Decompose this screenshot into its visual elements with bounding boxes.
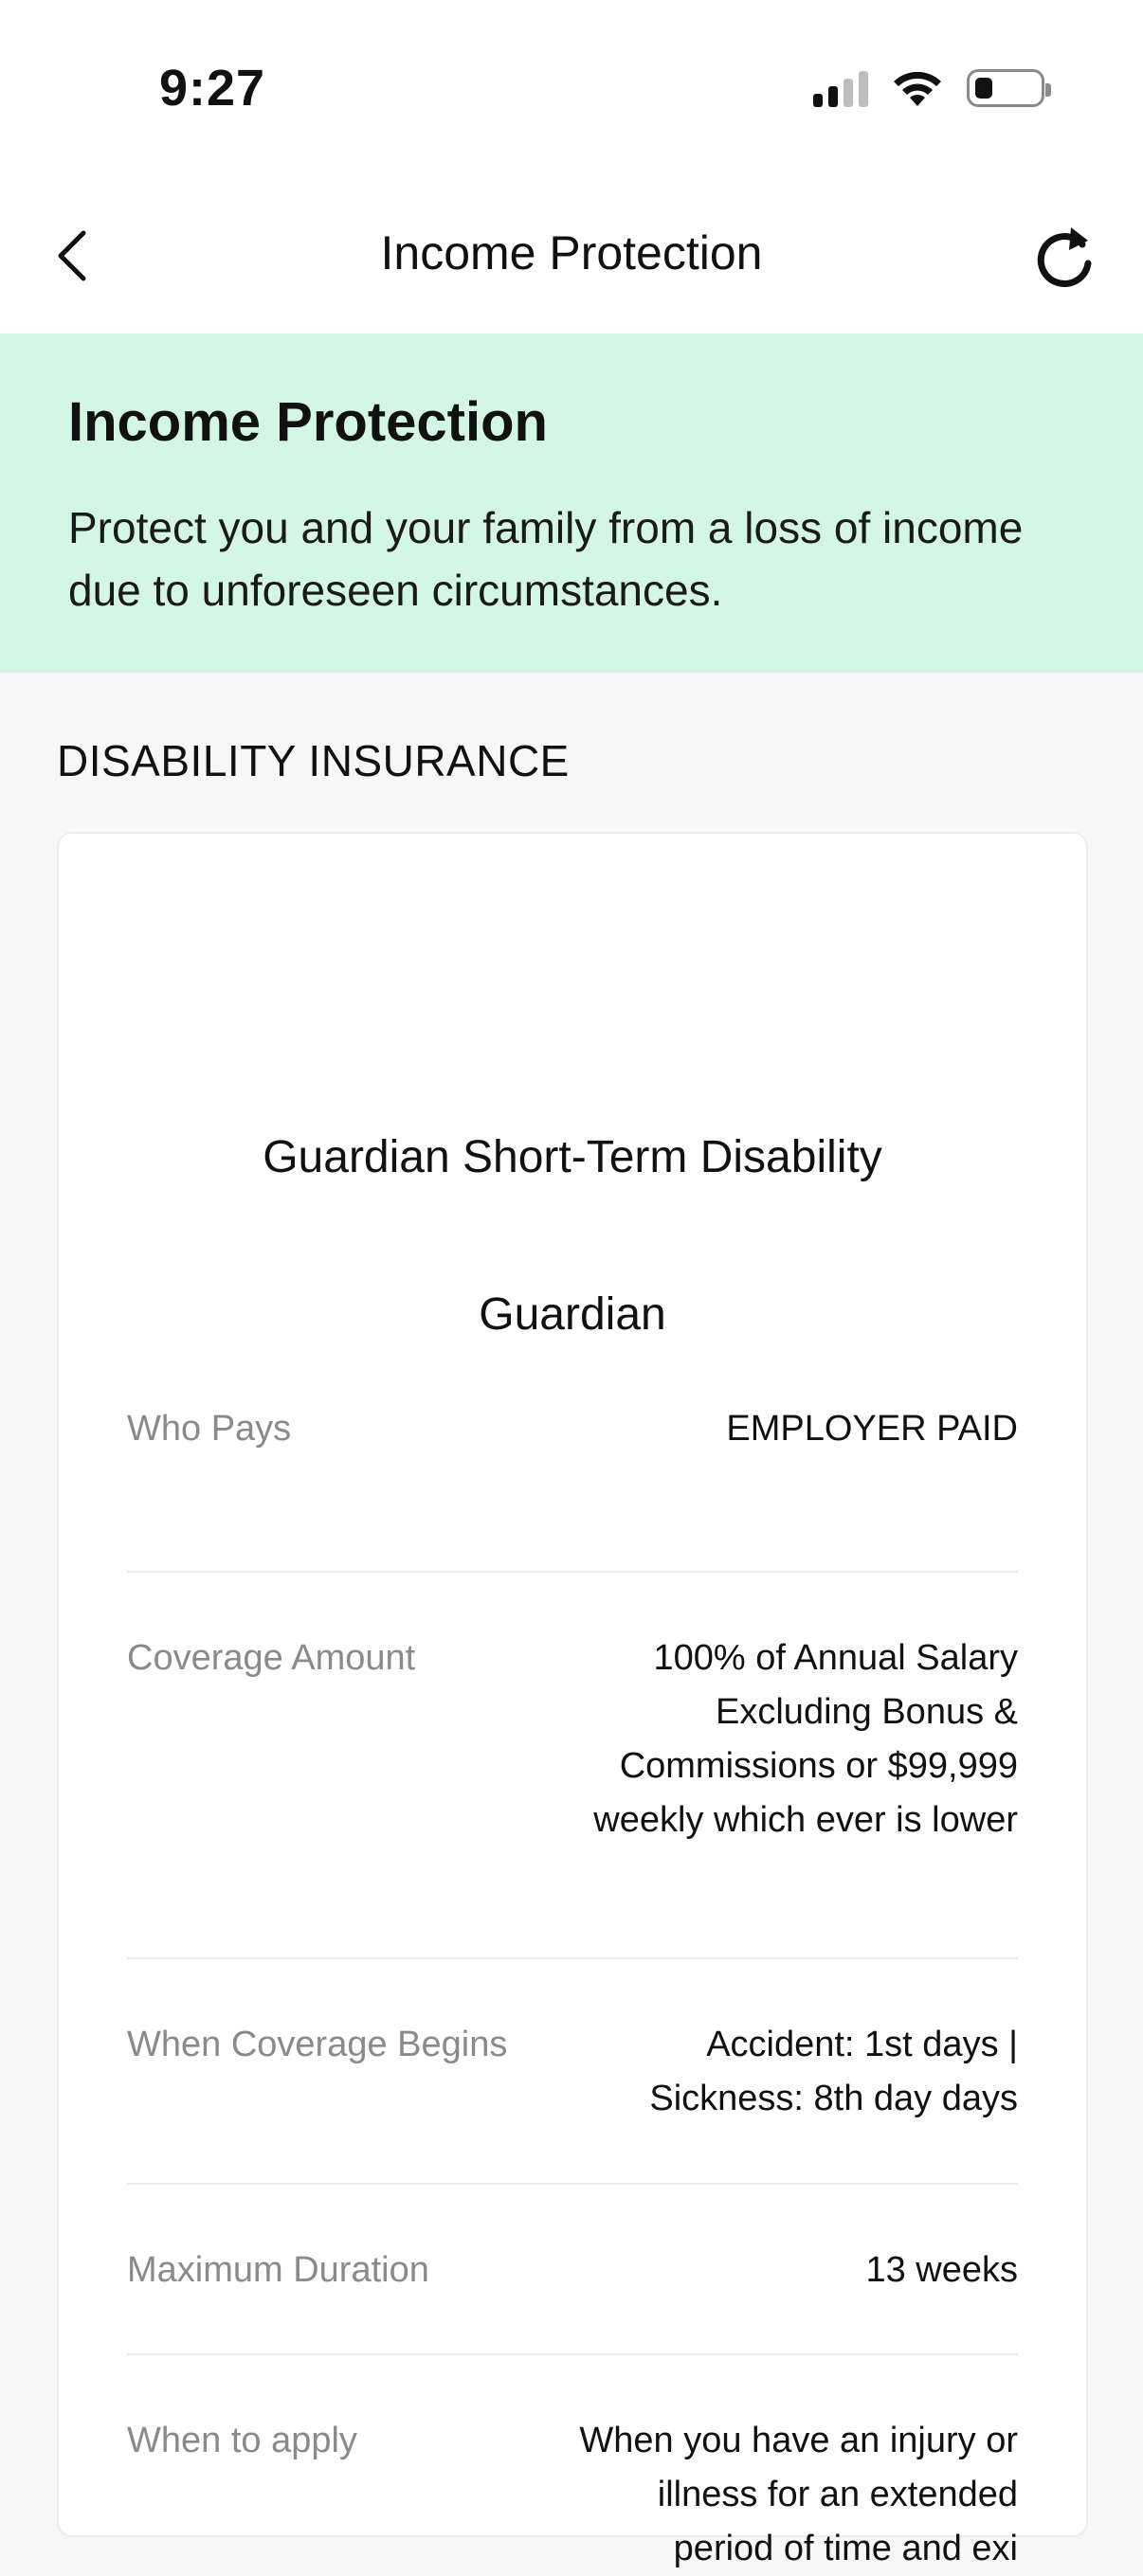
plan-details: Who Pays EMPLOYER PAID Coverage Amount 1… [127, 1402, 1018, 2576]
plan-name: Guardian Short-Term Disability [263, 1132, 882, 1182]
hero-description: Protect you and your family from a loss … [68, 503, 1024, 615]
nav-title: Income Protection [380, 226, 763, 279]
status-bar: 9:27 [0, 0, 1143, 180]
detail-label: Who Pays [127, 1409, 292, 1449]
battery-icon [967, 69, 1051, 107]
hero-title: Income Protection [68, 391, 548, 453]
status-icons [813, 68, 1051, 108]
detail-value: EMPLOYER PAID [726, 1409, 1018, 1449]
cellular-signal-icon [813, 69, 868, 107]
refresh-icon[interactable] [1025, 220, 1101, 296]
detail-row-coverage-begins: When Coverage Begins Accident: 1st days … [127, 1959, 1018, 2185]
plan-card[interactable]: Guardian Short-Term Disability Guardian … [57, 832, 1088, 2568]
detail-value: Accident: 1st days | Sickness: 8th day d… [649, 2025, 1018, 2118]
detail-row-when-to-apply: When to apply When you have an injury or… [127, 2355, 1018, 2576]
carrier-name: Guardian [479, 1289, 666, 1340]
status-time: 9:27 [159, 60, 266, 117]
detail-label: Maximum Duration [127, 2250, 429, 2290]
detail-row-maximum-duration: Maximum Duration 13 weeks [127, 2185, 1018, 2355]
detail-value: 100% of Annual Salary Excluding Bonus & … [593, 1638, 1018, 1840]
detail-value: 13 weeks [865, 2250, 1018, 2290]
detail-row-who-pays: Who Pays EMPLOYER PAID [127, 1402, 1018, 1573]
hero-banner: Income Protection Protect you and your f… [0, 333, 1143, 673]
nav-bar: Income Protection [0, 180, 1143, 333]
detail-row-coverage-amount: Coverage Amount 100% of Annual Salary Ex… [127, 1573, 1018, 1959]
detail-label: When to apply [127, 2421, 357, 2460]
detail-value: When you have an injury or illness for a… [579, 2421, 1018, 2568]
detail-label: When Coverage Begins [127, 2025, 508, 2064]
section-header: DISABILITY INSURANCE [57, 736, 570, 785]
detail-label: Coverage Amount [127, 1638, 416, 1678]
wifi-icon [894, 71, 941, 106]
